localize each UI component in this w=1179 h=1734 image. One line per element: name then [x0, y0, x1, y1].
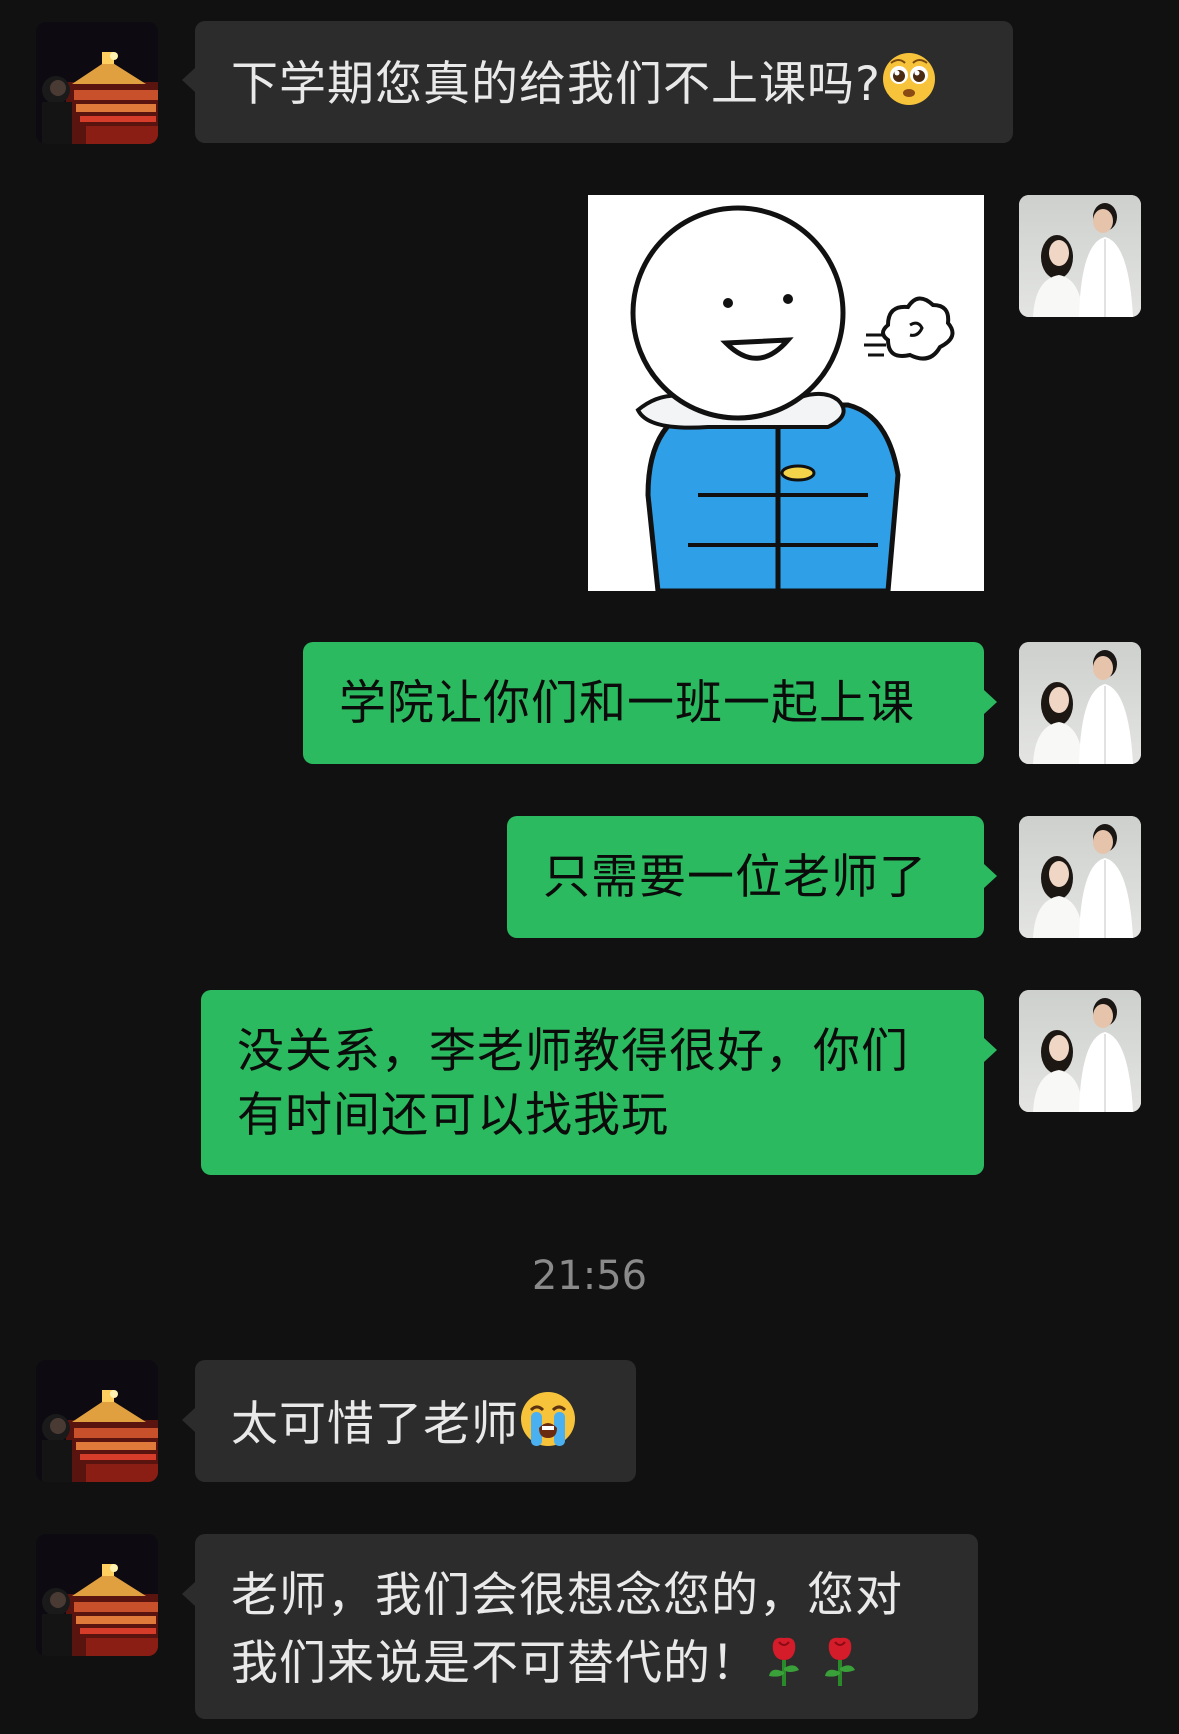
- bubble-tail: [984, 1038, 997, 1062]
- sticker-image[interactable]: [588, 195, 984, 591]
- snowman-sticker-illustration: [588, 195, 984, 591]
- sender-avatar-image: [36, 1534, 158, 1656]
- my-avatar-image: [1019, 195, 1141, 317]
- sender-avatar[interactable]: [36, 1534, 158, 1656]
- bubble-tail: [182, 1582, 195, 1606]
- message-bubble-outgoing[interactable]: 学院让你们和一班一起上课: [303, 642, 984, 764]
- bubble-tail: [984, 864, 997, 888]
- bubble-tail: [182, 68, 195, 92]
- message-text: 太可惜了老师: [231, 1397, 519, 1452]
- bubble-tail: [984, 690, 997, 714]
- sender-avatar[interactable]: [36, 1360, 158, 1482]
- message-text: 下学期您真的给我们不上课吗?: [231, 57, 881, 112]
- rose-emoji-icon: [759, 1628, 809, 1705]
- message-bubble-outgoing[interactable]: 没关系，李老师教得很好，你们 有时间还可以找我玩: [201, 990, 984, 1175]
- message-text-line: 有时间还可以找我玩: [237, 1088, 669, 1143]
- message-text-line-with-emoji: 我们来说是不可替代的！: [231, 1628, 942, 1705]
- my-avatar[interactable]: [1019, 642, 1141, 764]
- sender-avatar-image: [36, 22, 158, 144]
- message-timestamp: 21:56: [531, 1253, 648, 1299]
- message-text-line: 没关系，李老师教得很好，你们: [237, 1024, 909, 1079]
- sender-avatar[interactable]: [36, 22, 158, 144]
- rose-emoji-icon: [815, 1628, 865, 1705]
- message-text-line: 老师，我们会很想念您的，您对: [231, 1568, 903, 1623]
- my-avatar[interactable]: [1019, 195, 1141, 317]
- my-avatar-image: [1019, 990, 1141, 1112]
- my-avatar[interactable]: [1019, 816, 1141, 938]
- message-text: 学院让你们和一班一起上课: [339, 676, 915, 731]
- sender-avatar-image: [36, 1360, 158, 1482]
- message-text: 我们来说是不可替代的！: [231, 1636, 759, 1691]
- message-bubble-incoming[interactable]: 太可惜了老师: [195, 1360, 636, 1482]
- bubble-tail: [182, 1408, 195, 1432]
- message-bubble-incoming[interactable]: 老师，我们会很想念您的，您对 我们来说是不可替代的！: [195, 1534, 978, 1719]
- message-bubble-incoming[interactable]: 下学期您真的给我们不上课吗?: [195, 21, 1013, 143]
- message-text: 只需要一位老师了: [543, 850, 927, 905]
- loudly-crying-face-emoji-icon: [519, 1390, 577, 1465]
- pleading-face-emoji-icon: [881, 51, 937, 124]
- message-bubble-outgoing[interactable]: 只需要一位老师了: [507, 816, 984, 938]
- my-avatar-image: [1019, 816, 1141, 938]
- my-avatar[interactable]: [1019, 990, 1141, 1112]
- my-avatar-image: [1019, 642, 1141, 764]
